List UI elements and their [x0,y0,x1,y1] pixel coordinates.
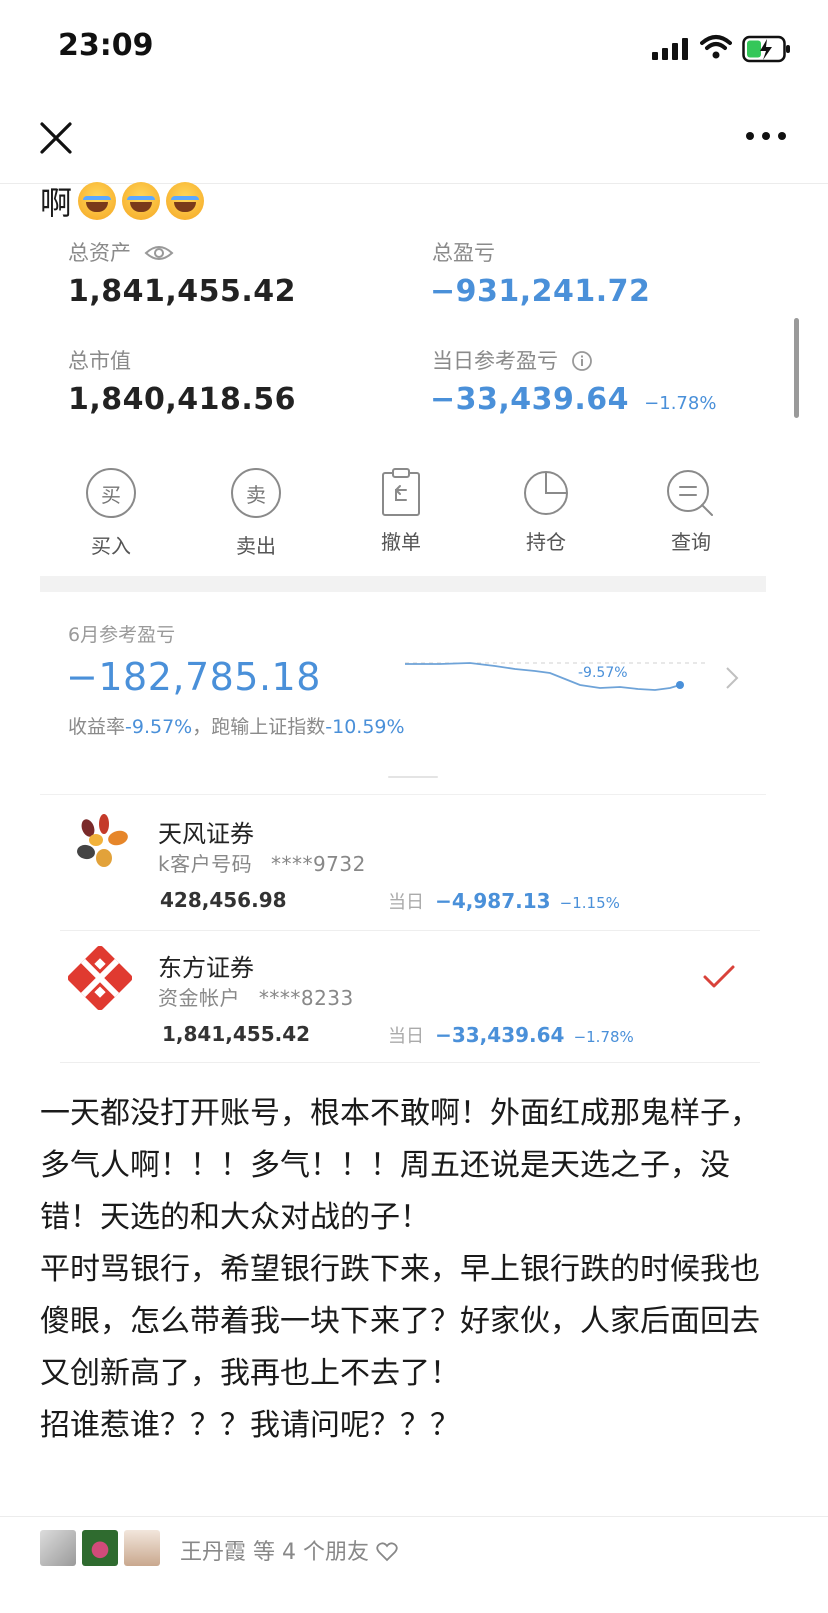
loudly-crying-emoji-icon [166,182,205,220]
account-id-label: 资金帐户 [158,986,240,1010]
daily-pnl-percent: −1.78% [644,393,717,414]
sparkline-end-point [676,681,684,689]
query-button[interactable]: 查询 [646,468,736,555]
account-id-number: ****8233 [258,986,354,1010]
loudly-crying-emoji-icon [78,182,117,220]
status-time: 23:09 [58,28,154,63]
daily-value: −4,987.13 [435,889,551,913]
avatar[interactable] [124,1530,160,1566]
monthly-sparkline: -9.57% [400,655,720,705]
likes-summary[interactable]: 王丹霞 等 4 个朋友 [180,1534,398,1566]
battery-charging-icon [742,34,792,68]
selected-check-icon [702,964,736,990]
account-amount: 428,456.98 [160,888,287,912]
buy-icon: 买 [86,468,136,518]
cellular-signal-icon [652,38,690,64]
account-name: 天风证券 [158,820,254,848]
eye-icon[interactable] [144,243,174,263]
accounts-divider [40,794,766,795]
account-divider [60,930,760,931]
monthly-pnl-label: 6月参考盈亏 [68,624,176,646]
daily-pnl-label: 当日参考盈亏 [432,345,593,375]
positions-button[interactable]: 持仓 [501,468,591,555]
more-options-button[interactable] [744,124,788,148]
return-rate-value: -9.57% [125,716,193,738]
wifi-icon [700,34,732,64]
total-assets-value: 1,841,455.42 [68,274,297,309]
post-paragraph: 招谁惹谁？？？我请问呢？？？ [40,1408,460,1443]
account-card-dongfang[interactable]: 东方证券 资金帐户 ****8233 1,841,455.42 当日 −33,4… [40,934,766,1060]
avatar[interactable] [40,1530,76,1566]
heart-icon [376,1542,398,1562]
market-value-value: 1,840,418.56 [68,382,297,417]
buy-label: 买入 [91,534,131,558]
post-body: 一天都没打开账号，根本不敢啊！外面红成那鬼样子，多气人啊！！！多气！！！周五还说… [40,1088,780,1452]
account-daily-pnl: 当日 −33,439.64 −1.78% [388,1022,634,1048]
section-separator [40,576,766,592]
post-top-text-label: 啊 [40,184,73,222]
daily-pnl-label-text: 当日参考盈亏 [432,349,558,373]
more-dots-icon [746,132,786,140]
account-id: k客户号码 ****9732 [158,848,366,877]
daily-label: 当日 [388,1026,424,1047]
info-icon[interactable] [571,350,593,372]
daily-percent: −1.78% [573,1028,634,1046]
cancel-order-button[interactable]: 撤单 [356,468,446,555]
sell-icon: 卖 [231,468,281,518]
index-rate-value: -10.59% [325,716,405,738]
monthly-pnl-value: −182,785.18 [66,655,321,699]
sell-label: 卖出 [236,534,276,558]
account-amount: 1,841,455.42 [162,1022,311,1046]
account-id: 资金帐户 ****8233 [158,982,354,1011]
scrollbar-thumb[interactable] [794,318,799,418]
total-pnl-value: −931,241.72 [430,274,651,309]
pie-chart-icon [521,468,571,518]
account-card-tianfeng[interactable]: 天风证券 k客户号码 ****9732 428,456.98 当日 −4,987… [40,800,766,926]
return-rate-mid: ，跑输上证指数 [192,716,326,738]
query-label: 查询 [671,530,711,554]
monthly-return-rate: 收益率-9.57%，跑输上证指数-10.59% [68,712,405,739]
likes-text: 王丹霞 等 4 个朋友 [180,1540,369,1565]
return-rate-prefix: 收益率 [68,716,126,738]
market-value-label: 总市值 [68,349,131,373]
avatar[interactable] [82,1530,118,1566]
monthly-detail-chevron[interactable] [722,664,742,692]
buy-button[interactable]: 买 买入 [66,468,156,559]
total-assets-label-text: 总资产 [68,241,131,265]
post-top-text: 啊 [40,178,205,224]
account-daily-pnl: 当日 −4,987.13 −1.15% [388,888,620,914]
daily-pnl-value: −33,439.64 [430,382,630,417]
cancel-order-icon [378,468,424,518]
daily-value: −33,439.64 [435,1023,565,1047]
panel-handle [388,776,438,778]
post-paragraph: 一天都没打开账号，根本不敢啊！外面红成那鬼样子，多气人啊！！！多气！！！周五还说… [40,1096,760,1235]
close-button[interactable] [36,118,76,158]
daily-label: 当日 [388,892,424,913]
daily-percent: −1.15% [559,894,620,912]
account-divider [60,1062,760,1063]
daily-pnl-row: −33,439.64 −1.78% [430,382,716,417]
account-id-number: ****9732 [270,852,366,876]
account-name: 东方证券 [158,954,254,982]
footer-divider [0,1516,828,1517]
chevron-right-icon [726,667,739,689]
sell-button[interactable]: 卖 卖出 [211,468,301,559]
loudly-crying-emoji-icon [122,182,161,220]
post-paragraph: 平时骂银行，希望银行跌下来，早上银行跌的时候我也傻眼，怎么带着我一块下来了？好家… [40,1252,760,1391]
search-list-icon [665,468,717,518]
dongfang-logo [67,945,133,1011]
tianfeng-logo [74,814,130,870]
positions-label: 持仓 [526,530,566,554]
total-pnl-label: 总盈亏 [432,241,495,265]
sparkline-path [405,662,681,691]
total-assets-label: 总资产 [68,237,174,267]
cancel-order-label: 撤单 [381,530,421,554]
account-id-label: k客户号码 [158,852,253,876]
close-icon [40,122,72,154]
sparkline-end-label: -9.57% [578,665,628,681]
